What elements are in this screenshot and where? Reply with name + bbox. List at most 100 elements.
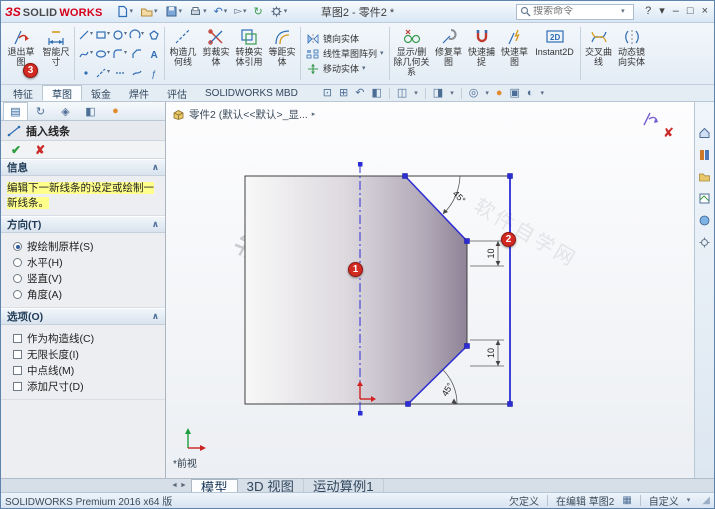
view-palette-button[interactable] xyxy=(698,192,711,205)
feature-tree-flyout[interactable]: 零件2 (默认<<默认>_显... ▸ xyxy=(172,107,315,122)
units-grid-icon[interactable]: ▦ xyxy=(622,495,631,506)
edit-appearance-icon[interactable]: ● xyxy=(496,88,503,99)
tab-3d-views[interactable]: 3D 视图 xyxy=(238,479,304,492)
view-orientation-icon[interactable]: ◫ xyxy=(397,88,407,99)
centerline-button[interactable]: ▾ xyxy=(94,63,111,82)
options-button[interactable]: ▾ xyxy=(268,4,290,19)
tab-propertymanager[interactable]: ▤ xyxy=(3,102,28,120)
print-button[interactable]: ▾ xyxy=(187,4,209,19)
tab-featuremanager[interactable]: ↻ xyxy=(28,102,53,120)
radio-horizontal[interactable]: 水平(H) xyxy=(7,254,159,270)
quick-snaps-button[interactable]: 快速捕捉 xyxy=(466,24,498,83)
solidworks-resources-button[interactable] xyxy=(698,126,711,139)
construction-line-button[interactable] xyxy=(111,63,128,82)
hide-show-items-icon[interactable]: ◎ xyxy=(469,88,479,99)
save-button[interactable]: ▾ xyxy=(163,4,185,19)
spline-button[interactable]: ▾ xyxy=(77,44,94,63)
dynamic-mirror-button[interactable]: 动态镜向实体 xyxy=(616,24,648,83)
section-header-orientation[interactable]: 方向(T) ∧ xyxy=(1,216,165,233)
point-button[interactable] xyxy=(77,63,94,82)
checkbox-add-dimensions[interactable]: 添加尺寸(D) xyxy=(7,378,159,394)
tab-features[interactable]: 特征 xyxy=(4,85,42,101)
appearances-scenes-button[interactable] xyxy=(698,214,711,227)
rapid-sketch-button[interactable]: 快速草图 xyxy=(499,24,531,83)
centerline-endpoint[interactable] xyxy=(358,162,363,167)
tab-weldments[interactable]: 焊件 xyxy=(120,85,158,101)
ellipse-button[interactable]: ▾ xyxy=(94,44,111,63)
equation-curve-button[interactable]: ƒ xyxy=(145,63,162,82)
instant2d-button[interactable]: 2D Instant2D xyxy=(532,24,578,83)
file-explorer-button[interactable] xyxy=(698,170,711,183)
radio-angle[interactable]: 角度(A) xyxy=(7,286,159,302)
sketch-line-button[interactable]: ▾ xyxy=(77,25,94,44)
polygon-button[interactable] xyxy=(145,25,162,44)
sketch-canvas[interactable]: 10 10 45° xyxy=(166,102,694,478)
dimension-angle-top[interactable]: 45° xyxy=(443,176,468,214)
mirror-entities-button[interactable]: 镜向实体 xyxy=(305,32,385,45)
move-entities-button[interactable]: 移动实体 ▾ xyxy=(305,62,385,75)
checkbox-midpoint-line[interactable]: 中点线(M) xyxy=(7,362,159,378)
maximize-button[interactable]: □ xyxy=(687,6,694,17)
tab-sheet-metal[interactable]: 钣金 xyxy=(82,85,120,101)
corner-rectangle-button[interactable]: ▾ xyxy=(94,25,111,44)
smart-dimension-button[interactable]: 智能尺寸 xyxy=(40,24,72,83)
tab-model[interactable]: 模型 xyxy=(191,479,238,492)
intersection-curve-button[interactable]: 交叉曲线 xyxy=(583,24,615,83)
zoom-area-icon[interactable]: ⊞ xyxy=(339,88,348,99)
view-settings-icon[interactable]: ◐ xyxy=(527,88,534,99)
exit-sketch-confirm-icon[interactable] xyxy=(640,110,660,128)
centerline-endpoint[interactable] xyxy=(358,411,363,416)
checkbox-for-construction[interactable]: 作为构造线(C) xyxy=(7,330,159,346)
sketch-fillet-button[interactable]: ▾ xyxy=(111,44,128,63)
help-button[interactable]: ? xyxy=(645,6,651,17)
construction-geometry-button[interactable]: 构造几何线 xyxy=(167,24,199,83)
apply-scene-icon[interactable]: ▣ xyxy=(509,88,519,99)
dimension-10-lower[interactable]: 10 xyxy=(470,340,504,366)
rebuild-button[interactable]: ↻ xyxy=(252,4,265,19)
custom-properties-button[interactable] xyxy=(698,236,711,249)
centerpoint-arc-button[interactable]: ▾ xyxy=(128,25,145,44)
sketch-chamfer-button[interactable] xyxy=(128,44,145,63)
close-button[interactable]: × xyxy=(702,6,708,17)
radio-vertical[interactable]: 竖直(V) xyxy=(7,270,159,286)
tab-displaymanager[interactable]: ● xyxy=(103,102,128,120)
confirm-check-button[interactable]: ✔ xyxy=(11,144,21,156)
display-delete-relations-button[interactable]: 显示/删除几何关系 xyxy=(392,24,432,83)
section-header-message[interactable]: 信息 ∧ xyxy=(1,159,165,176)
circle-button[interactable]: ▾ xyxy=(111,25,128,44)
tab-dimxpertmanager[interactable]: ◧ xyxy=(78,102,103,120)
cancel-sketch-icon[interactable]: ✘ xyxy=(663,127,674,139)
cancel-x-button[interactable]: ✘ xyxy=(35,144,45,156)
tab-sketch[interactable]: 草图 xyxy=(42,85,82,101)
sketch-text-button[interactable]: A xyxy=(145,44,162,63)
tab-motion-study-1[interactable]: 运动算例1 xyxy=(304,479,384,492)
linear-sketch-pattern-button[interactable]: 线性草图阵列 ▾ xyxy=(305,47,385,60)
zoom-fit-icon[interactable]: ⊡ xyxy=(323,88,332,99)
design-library-button[interactable] xyxy=(698,148,711,161)
tab-configurationmanager[interactable]: ◈ xyxy=(53,102,78,120)
tab-evaluate[interactable]: 评估 xyxy=(158,85,196,101)
section-header-options[interactable]: 选项(O) ∧ xyxy=(1,308,165,325)
display-style-icon[interactable]: ◨ xyxy=(433,88,443,99)
select-button[interactable]: ▻▾ xyxy=(232,5,248,18)
section-view-icon[interactable]: ◧ xyxy=(371,88,381,99)
search-input[interactable] xyxy=(533,6,619,17)
offset-entities-button[interactable]: 等距实体 xyxy=(266,24,298,83)
previous-view-icon[interactable]: ↶ xyxy=(355,88,364,99)
radio-as-sketched[interactable]: 按绘制原样(S) xyxy=(7,238,159,254)
custom-dropdown[interactable]: 自定义 xyxy=(649,493,679,508)
dimension-angle-bottom[interactable]: 45° xyxy=(440,369,457,404)
repair-sketch-button[interactable]: 修复草图 xyxy=(433,24,465,83)
graphics-area[interactable]: 零件2 (默认<<默认>_显... ▸ ✘ 软件自学网 软件自学网 xyxy=(166,102,694,478)
tab-solidworks-mbd[interactable]: SOLIDWORKS MBD xyxy=(196,85,307,101)
new-document-button[interactable]: ▾ xyxy=(114,4,136,19)
dimension-10-upper[interactable]: 10 xyxy=(470,241,504,266)
minimize-button[interactable]: – xyxy=(673,6,679,17)
trim-entities-button[interactable]: 剪裁实体 xyxy=(200,24,232,83)
tab-scroll-arrows[interactable]: ◄► xyxy=(167,479,191,492)
open-button[interactable]: ▾ xyxy=(138,4,160,19)
resize-grip-icon[interactable]: ◢ xyxy=(702,495,710,506)
undo-button[interactable]: ↶▾ xyxy=(212,4,230,19)
spline-surface-button[interactable] xyxy=(128,63,145,82)
checkbox-infinite-length[interactable]: 无限长度(I) xyxy=(7,346,159,362)
